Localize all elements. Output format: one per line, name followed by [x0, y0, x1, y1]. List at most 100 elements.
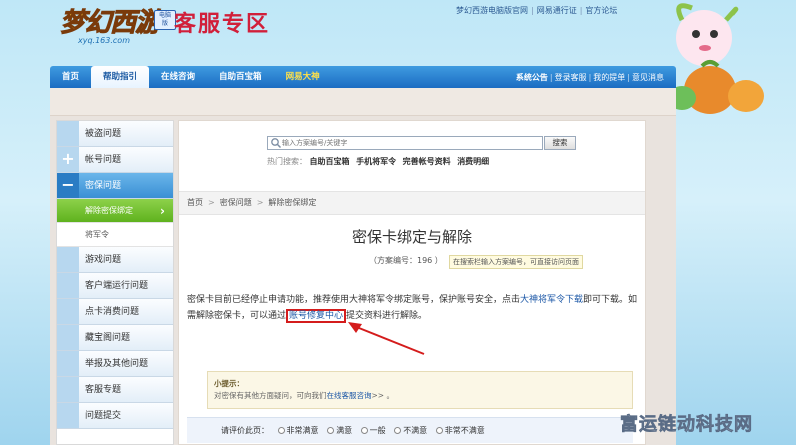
top-link-official-site[interactable]: 梦幻西游电脑版官网 [456, 6, 528, 15]
rating-radio[interactable] [435, 427, 443, 434]
breadcrumb-current: 解除密保绑定 [268, 198, 317, 207]
divider: | [531, 6, 534, 15]
sidebar-item-client[interactable]: 客户端运行问题 [57, 273, 173, 299]
tip-suffix: >> 。 [371, 391, 394, 400]
divider: | [588, 72, 592, 82]
search-input[interactable] [282, 137, 538, 149]
breadcrumb-separator: > [256, 198, 264, 207]
nav-messages[interactable]: 意见消息 [632, 73, 664, 82]
rating-radio[interactable] [277, 427, 285, 434]
mascot-illustration [668, 3, 764, 114]
breadcrumb-separator: > [208, 198, 215, 207]
nav-self-service[interactable]: 自助百宝箱 [207, 66, 274, 88]
sidebar-marker [57, 247, 79, 272]
search-button[interactable]: 搜索 [544, 136, 576, 150]
case-number: （方案编号：196 ） [369, 256, 443, 265]
sidebar-item-submit[interactable]: 问题提交 [57, 403, 173, 429]
sidebar-item-label: 举报及其他问题 [85, 359, 149, 369]
page-rating: 请评价此页： 非常满意 满意 一般 不满意 非常不满意 [187, 417, 633, 443]
sidebar: 被盗问题 + 帐号问题 − 密保问题 解除密保绑定 › 将军令 游戏问题 客户端… [56, 120, 174, 445]
hot-search-link[interactable]: 消费明细 [457, 157, 489, 166]
search-box [267, 136, 543, 150]
dashen-token-download-link[interactable]: 大神将军令下载 [520, 295, 583, 305]
divider: | [549, 72, 553, 82]
main-content: 搜索 热门搜索： 自助百宝箱 手机将军令 完善帐号资料 消费明细 首页 > 密保问题… [178, 120, 646, 445]
sidebar-item-label: 客服专题 [85, 385, 122, 395]
plus-icon: + [61, 149, 75, 168]
sidebar-item-label: 被盗问题 [85, 129, 122, 139]
sidebar-item-label: 游戏问题 [85, 255, 122, 265]
nav-login[interactable]: 登录客服 [555, 73, 587, 82]
game-logo[interactable]: 梦幻西游 电脑版 xyq.163.com [59, 2, 176, 52]
nav-right-links: 系统公告 | 登录客服 | 我的提单 | 意见消息 [516, 72, 676, 83]
sidebar-item-label: 将军令 [85, 230, 109, 239]
sidebar-item-label: 问题提交 [85, 411, 122, 421]
sidebar-subitem-token[interactable]: 将军令 [57, 223, 173, 247]
hot-search-link[interactable]: 完善帐号资料 [403, 157, 451, 166]
rating-radio[interactable] [394, 427, 402, 434]
rating-radio[interactable] [327, 427, 335, 434]
online-service-link[interactable]: 在线客服咨询 [327, 391, 372, 400]
sidebar-item-account[interactable]: + 帐号问题 [57, 147, 173, 173]
page-heading: 客服专区 [174, 12, 271, 37]
hot-search-link[interactable]: 自助百宝箱 [310, 157, 350, 166]
sidebar-item-label: 密保问题 [85, 181, 122, 191]
rating-label: 请评价此页： [221, 426, 269, 435]
breadcrumb-security[interactable]: 密保问题 [220, 198, 252, 207]
sidebar-item-game[interactable]: 游戏问题 [57, 247, 173, 273]
sidebar-item-treasure[interactable]: 藏宝阁问题 [57, 325, 173, 351]
rating-option-label: 满意 [336, 426, 353, 435]
main-nav: 首页 帮助指引 在线咨询 自助百宝箱 网易大神 系统公告 | 登录客服 | 我的提单 | 意… [50, 66, 676, 88]
sidebar-marker [57, 299, 79, 324]
nav-online-consult[interactable]: 在线咨询 [149, 66, 207, 88]
body-text-3: 提交资料进行解除。 [346, 311, 428, 321]
sidebar-subitem-unbind[interactable]: 解除密保绑定 › [57, 199, 173, 223]
article-body: 密保卡目前已经停止申请功能，推荐使用大神将军令绑定账号，保护账号安全，点击大神将… [187, 292, 639, 324]
sidebar-item-label: 点卡消费问题 [85, 307, 140, 317]
breadcrumb-home[interactable]: 首页 [187, 198, 203, 207]
nav-announcements[interactable]: 系统公告 [516, 73, 548, 82]
sidebar-item-report[interactable]: 举报及其他问题 [57, 351, 173, 377]
hot-search-label: 热门搜索： [267, 157, 307, 166]
chevron-right-icon: › [160, 204, 165, 218]
tip-title: 小提示： [214, 379, 244, 388]
case-tip: 在搜索栏输入方案编号，可直接访问页面 [449, 255, 583, 269]
nav-netease-dashen[interactable]: 网易大神 [274, 66, 332, 88]
sidebar-marker [57, 121, 79, 146]
sidebar-item-label: 藏宝阁问题 [85, 333, 131, 343]
minus-icon: − [61, 175, 75, 194]
logo-badge: 电脑版 [154, 10, 176, 30]
search-icon [271, 138, 282, 149]
top-link-passport[interactable]: 网易通行证 [537, 6, 577, 15]
top-link-forum[interactable]: 官方论坛 [585, 6, 617, 15]
tip-box: 小提示： 对密保有其他方面疑问，可向我们在线客服咨询>> 。 [207, 371, 633, 409]
sidebar-item-billing[interactable]: 点卡消费问题 [57, 299, 173, 325]
nav-my-tickets[interactable]: 我的提单 [593, 73, 625, 82]
nav-home[interactable]: 首页 [50, 66, 91, 88]
body-text-1: 密保卡目前已经停止申请功能，推荐使用大神将军令绑定账号，保护账号安全，点击 [187, 295, 521, 305]
sidebar-marker [57, 325, 79, 350]
sidebar-marker [57, 377, 79, 402]
divider: | [627, 72, 630, 82]
nav-help-guide[interactable]: 帮助指引 [91, 66, 150, 88]
sidebar-marker [57, 403, 79, 428]
sidebar-item-label: 帐号问题 [85, 155, 122, 165]
sidebar-item-theft[interactable]: 被盗问题 [57, 121, 173, 147]
divider: | [579, 6, 583, 15]
sidebar-marker [57, 351, 79, 376]
tip-text: 对密保有其他方面疑问，可向我们 [214, 391, 327, 400]
tip-body: 对密保有其他方面疑问，可向我们在线客服咨询>> 。 [214, 390, 394, 401]
top-links: 梦幻西游电脑版官网 | 网易通行证 | 官方论坛 [456, 5, 617, 16]
rating-radio[interactable] [360, 427, 368, 434]
hot-searches: 热门搜索： 自助百宝箱 手机将军令 完善帐号资料 消费明细 [267, 156, 493, 167]
hot-search-link[interactable]: 手机将军令 [356, 157, 396, 166]
logo-url: xyq.163.com [78, 36, 130, 45]
sidebar-item-label: 解除密保绑定 [85, 206, 133, 215]
rating-option-label: 一般 [369, 426, 386, 435]
sidebar-item-security[interactable]: − 密保问题 [57, 173, 173, 199]
logo-text: 梦幻西游 [59, 8, 161, 39]
watermark: 富运链动科技网 [620, 414, 753, 436]
account-recovery-link[interactable]: 账号修复中心 [286, 309, 347, 323]
sidebar-item-topics[interactable]: 客服专题 [57, 377, 173, 403]
sidebar-marker [57, 273, 79, 298]
